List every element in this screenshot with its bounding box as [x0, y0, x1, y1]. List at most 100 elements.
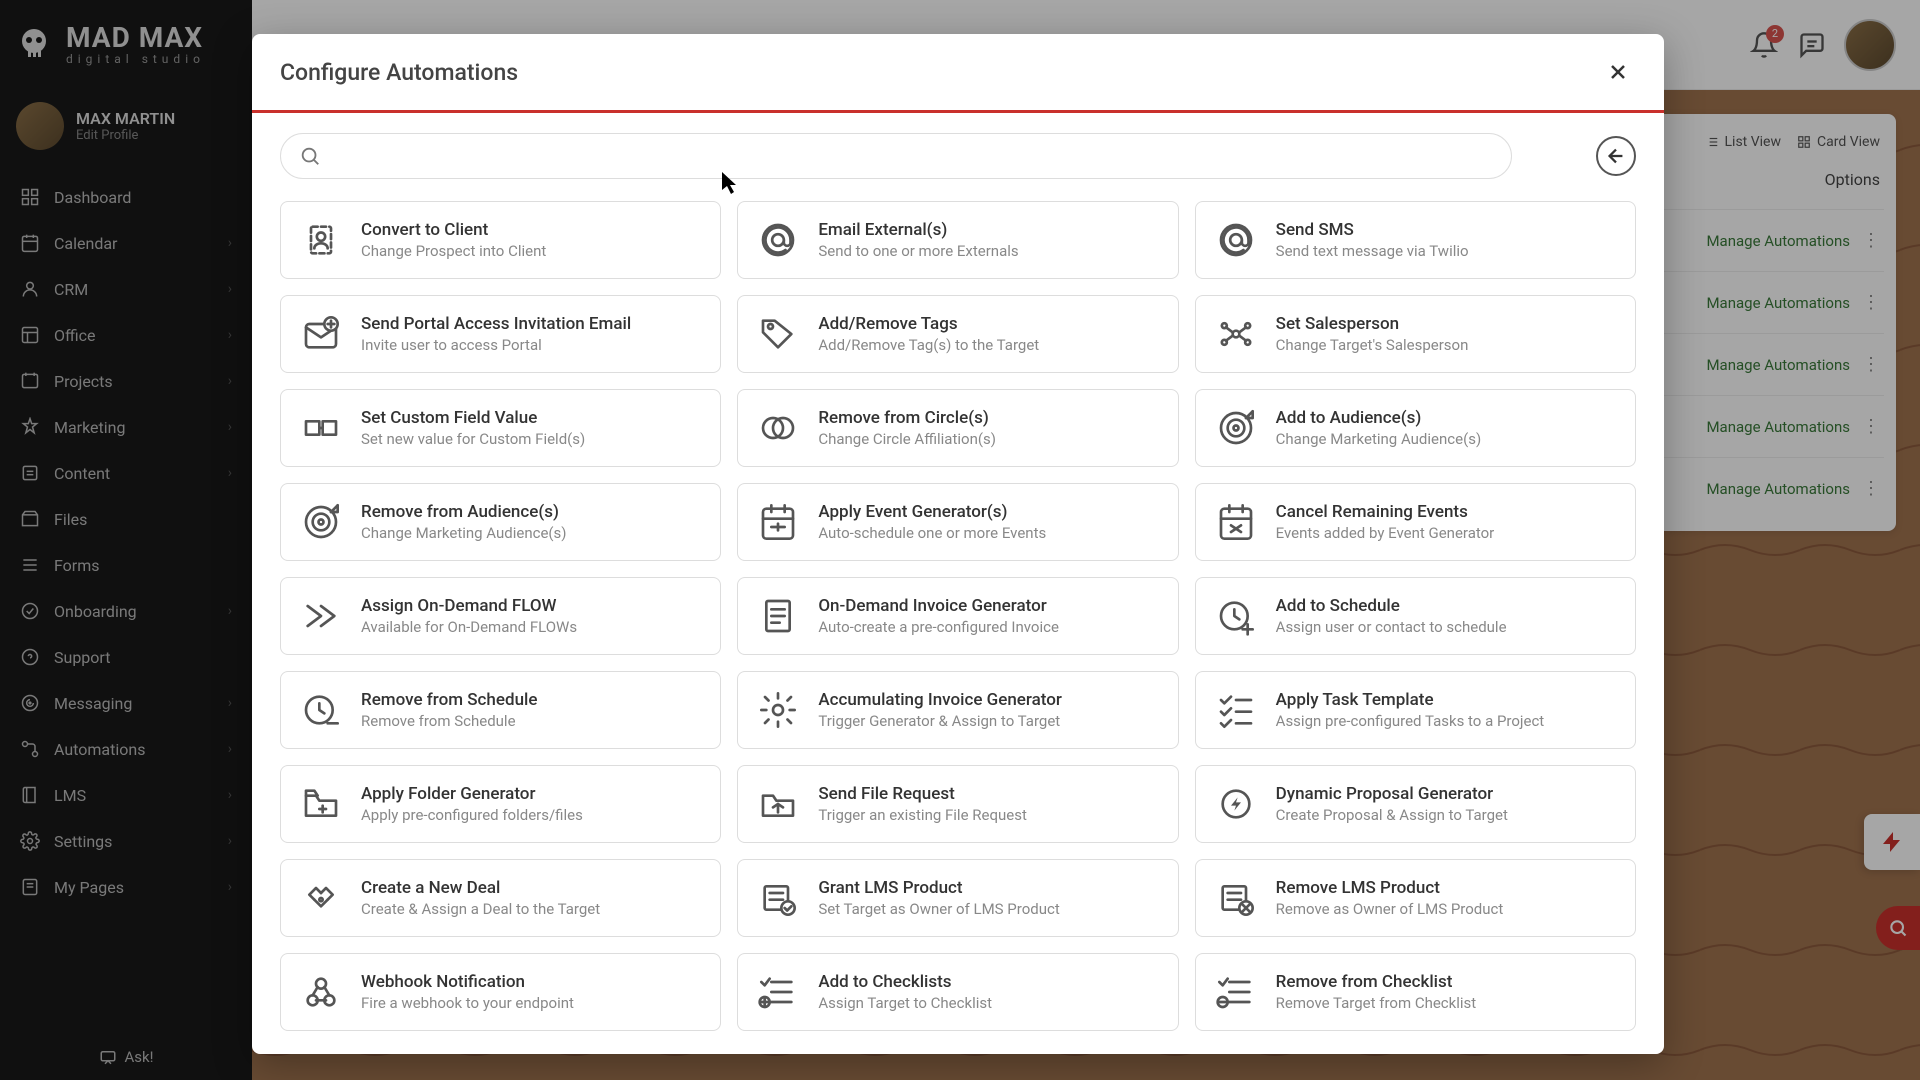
tag-icon — [756, 312, 800, 356]
search-input[interactable] — [333, 147, 1493, 166]
automation-card-email-external-s-[interactable]: Email External(s) Send to one or more Ext… — [737, 201, 1178, 279]
automation-card-remove-from-schedule[interactable]: Remove from Schedule Remove from Schedule — [280, 671, 721, 749]
card-subtitle: Change Circle Affiliation(s) — [818, 430, 996, 448]
checkadd-icon — [756, 970, 800, 1014]
clockminus-icon — [299, 688, 343, 732]
card-subtitle: Auto-schedule one or more Events — [818, 524, 1046, 542]
card-title: Email External(s) — [818, 220, 1018, 240]
card-subtitle: Send text message via Twilio — [1276, 242, 1469, 260]
automation-card-grant-lms-product[interactable]: Grant LMS ProductSet Target as Owner of … — [737, 859, 1178, 937]
card-title: Convert to Client — [361, 220, 546, 240]
card-subtitle: Apply pre-configured folders/files — [361, 806, 583, 824]
card-subtitle: Create Proposal & Assign to Target — [1276, 806, 1508, 824]
automation-card-send-portal-access-invitation-email[interactable]: Send Portal Access Invitation Email Invit… — [280, 295, 721, 373]
card-subtitle: Assign user or contact to schedule — [1276, 618, 1507, 636]
automation-card-remove-lms-product[interactable]: Remove LMS ProductRemove as Owner of LMS… — [1195, 859, 1636, 937]
invoice-icon — [756, 594, 800, 638]
card-subtitle: Trigger Generator & Assign to Target — [818, 712, 1062, 730]
card-subtitle: Send to one or more Externals — [818, 242, 1018, 260]
automation-card-webhook-notification[interactable]: Webhook NotificationFire a webhook to yo… — [280, 953, 721, 1031]
card-subtitle: Change Marketing Audience(s) — [361, 524, 567, 542]
card-title: Add to Audience(s) — [1276, 408, 1482, 428]
search-icon — [299, 145, 321, 167]
card-subtitle: Change Target's Salesperson — [1276, 336, 1469, 354]
automation-card-apply-event-generator-s-[interactable]: Apply Event Generator(s) Auto-schedule on… — [737, 483, 1178, 561]
automation-card-accumulating-invoice-generator[interactable]: Accumulating Invoice GeneratorTrigger Ge… — [737, 671, 1178, 749]
target-icon — [1214, 406, 1258, 450]
automation-card-on-demand-invoice-generator[interactable]: On-Demand Invoice Generator Auto-create a… — [737, 577, 1178, 655]
checklist-icon — [1214, 688, 1258, 732]
automation-card-set-custom-field-value[interactable]: Set Custom Field Value Set new value for … — [280, 389, 721, 467]
webhook-icon — [299, 970, 343, 1014]
card-subtitle: Available for On-Demand FLOWs — [361, 618, 577, 636]
automation-card-remove-from-circle-s-[interactable]: Remove from Circle(s) Change Circle Affil… — [737, 389, 1178, 467]
card-title: On-Demand Invoice Generator — [818, 596, 1059, 616]
mailplus-icon — [299, 312, 343, 356]
automation-card-convert-to-client[interactable]: Convert to Client Change Prospect into Cl… — [280, 201, 721, 279]
gearbolt-icon — [1214, 782, 1258, 826]
flow-icon — [299, 594, 343, 638]
automation-card-apply-folder-generator[interactable]: Apply Folder Generator Apply pre-configur… — [280, 765, 721, 843]
configure-automations-modal: Configure Automations Convert to ClientC… — [252, 34, 1664, 1054]
checkremove-icon — [1214, 970, 1258, 1014]
automation-card-send-sms[interactable]: Send SMS Send text message via Twilio — [1195, 201, 1636, 279]
folderup-icon — [756, 782, 800, 826]
card-title: Set Custom Field Value — [361, 408, 585, 428]
card-subtitle: Assign pre-configured Tasks to a Project — [1276, 712, 1545, 730]
target-icon — [299, 500, 343, 544]
calx-icon — [1214, 500, 1258, 544]
automation-card-remove-from-checklist[interactable]: Remove from ChecklistRemove Target from … — [1195, 953, 1636, 1031]
card-subtitle: Change Prospect into Client — [361, 242, 546, 260]
clockplus-icon — [1214, 594, 1258, 638]
card-subtitle: Remove Target from Checklist — [1276, 994, 1477, 1012]
close-button[interactable] — [1600, 54, 1636, 90]
card-title: Remove from Audience(s) — [361, 502, 567, 522]
back-button[interactable] — [1596, 136, 1636, 176]
card-subtitle: Remove as Owner of LMS Product — [1276, 900, 1504, 918]
card-subtitle: Set new value for Custom Field(s) — [361, 430, 585, 448]
handshake-icon — [299, 876, 343, 920]
automation-card-add-remove-tags[interactable]: Add/Remove Tags Add/Remove Tag(s) to the … — [737, 295, 1178, 373]
automation-card-apply-task-template[interactable]: Apply Task Template Assign pre-configured… — [1195, 671, 1636, 749]
automation-card-add-to-schedule[interactable]: Add to Schedule Assign user or contact to… — [1195, 577, 1636, 655]
card-title: Apply Event Generator(s) — [818, 502, 1046, 522]
lmsgrant-icon — [756, 876, 800, 920]
card-subtitle: Events added by Event Generator — [1276, 524, 1495, 542]
modal-title: Configure Automations — [280, 59, 518, 86]
automation-card-dynamic-proposal-generator[interactable]: Dynamic Proposal GeneratorCreate Proposa… — [1195, 765, 1636, 843]
card-title: Send Portal Access Invitation Email — [361, 314, 631, 334]
card-title: Send SMS — [1276, 220, 1469, 240]
circles-icon — [756, 406, 800, 450]
card-title: Add/Remove Tags — [818, 314, 1039, 334]
card-title: Create a New Deal — [361, 878, 600, 898]
foldergen-icon — [299, 782, 343, 826]
convert-icon — [299, 218, 343, 262]
card-subtitle: Remove from Schedule — [361, 712, 537, 730]
card-subtitle: Trigger an existing File Request — [818, 806, 1027, 824]
automation-card-assign-on-demand-flow[interactable]: Assign On-Demand FLOW Available for On-De… — [280, 577, 721, 655]
card-title: Apply Task Template — [1276, 690, 1545, 710]
automation-card-add-to-audience-s-[interactable]: Add to Audience(s) Change Marketing Audie… — [1195, 389, 1636, 467]
modal-header: Configure Automations — [252, 34, 1664, 113]
card-subtitle: Add/Remove Tag(s) to the Target — [818, 336, 1039, 354]
automation-card-add-to-checklists[interactable]: Add to ChecklistsAssign Target to Checkl… — [737, 953, 1178, 1031]
automation-card-create-a-new-deal[interactable]: Create a New Deal Create & Assign a Deal … — [280, 859, 721, 937]
card-title: Remove from Schedule — [361, 690, 537, 710]
card-title: Add to Schedule — [1276, 596, 1507, 616]
automation-card-cancel-remaining-events[interactable]: Cancel Remaining EventsEvents added by E… — [1195, 483, 1636, 561]
card-subtitle: Change Marketing Audience(s) — [1276, 430, 1482, 448]
at-icon — [1214, 218, 1258, 262]
card-subtitle: Invite user to access Portal — [361, 336, 631, 354]
card-subtitle: Create & Assign a Deal to the Target — [361, 900, 600, 918]
calgen-icon — [756, 500, 800, 544]
card-title: Assign On-Demand FLOW — [361, 596, 577, 616]
search-box[interactable] — [280, 133, 1512, 179]
card-title: Webhook Notification — [361, 972, 574, 992]
card-title: Remove from Circle(s) — [818, 408, 996, 428]
at-icon — [756, 218, 800, 262]
automation-card-remove-from-audience-s-[interactable]: Remove from Audience(s) Change Marketing … — [280, 483, 721, 561]
card-subtitle: Auto-create a pre-configured Invoice — [818, 618, 1059, 636]
automation-card-set-salesperson[interactable]: Set SalespersonChange Target's Salespers… — [1195, 295, 1636, 373]
automation-card-send-file-request[interactable]: Send File RequestTrigger an existing Fil… — [737, 765, 1178, 843]
card-title: Apply Folder Generator — [361, 784, 583, 804]
